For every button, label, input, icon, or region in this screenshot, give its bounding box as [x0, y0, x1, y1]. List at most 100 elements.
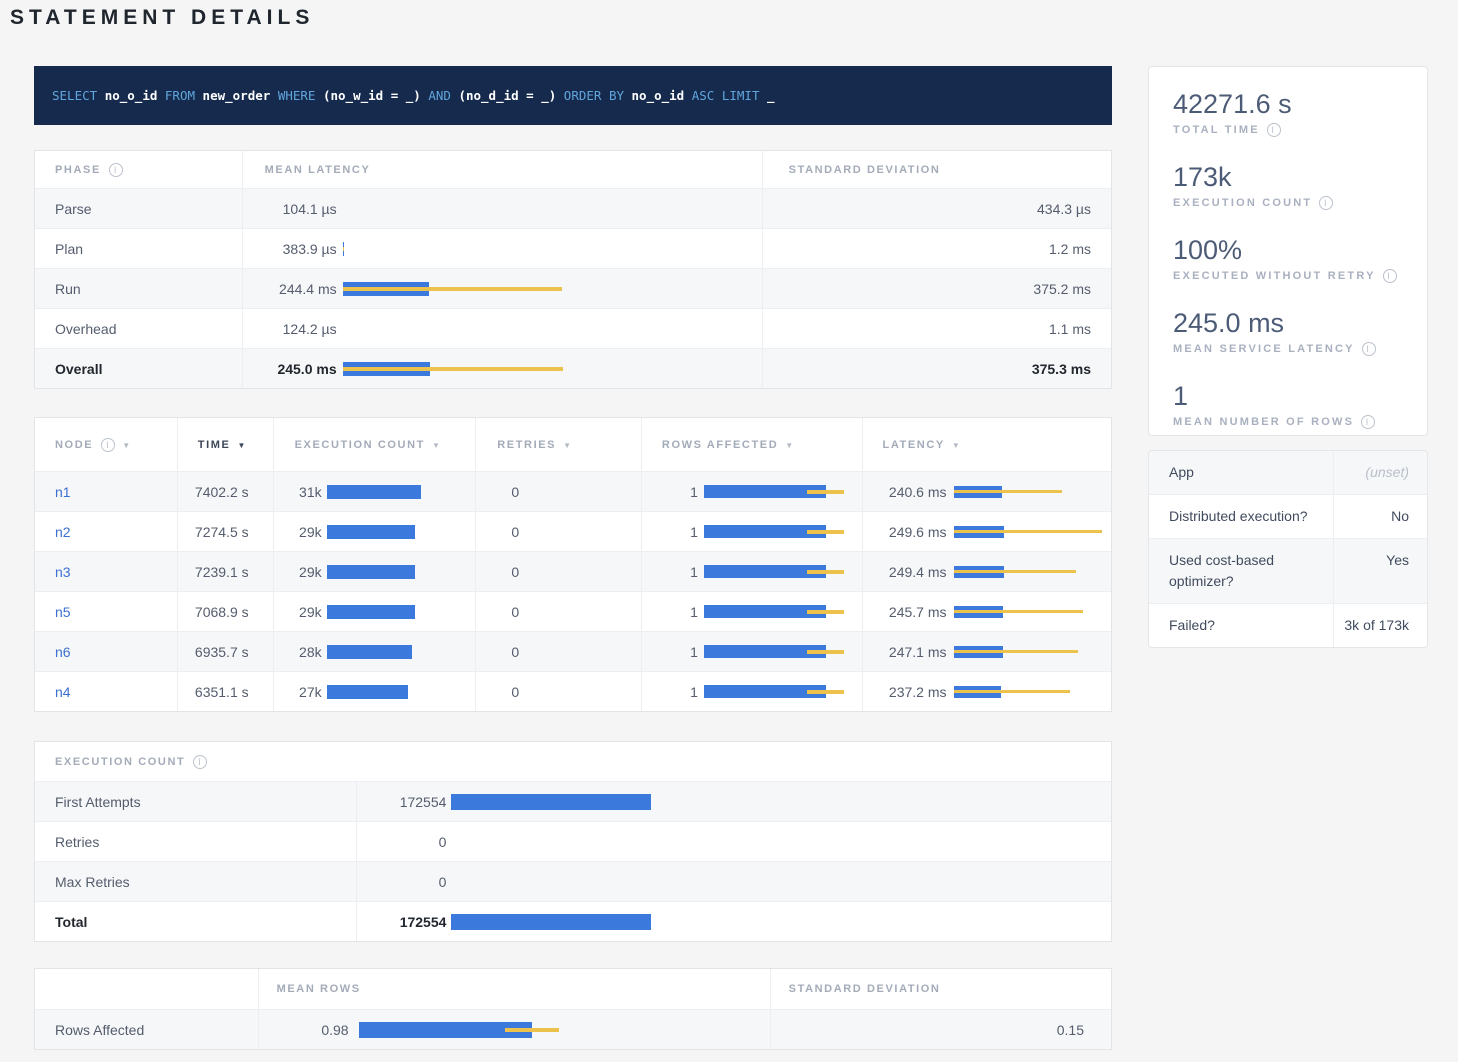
exec-count-bar	[327, 645, 421, 659]
table-row: Run 244.4 ms 375.2 ms	[35, 268, 1111, 308]
rows-affected-value: 1	[642, 564, 698, 580]
node-link[interactable]: n6	[55, 644, 71, 660]
rows-affected-bar	[704, 645, 844, 658]
rows-affected-bar	[704, 605, 844, 618]
phase-label: Parse	[35, 189, 242, 228]
node-link[interactable]: n2	[55, 524, 71, 540]
attribute-row-optimizer: Used cost-based optimizer? Yes	[1149, 538, 1427, 603]
time-value: 6935.7 s	[177, 632, 273, 671]
execution-count-info-icon[interactable]	[193, 755, 207, 769]
stat-label: Execution Count	[1173, 197, 1312, 209]
exec-row-value: 172554	[357, 794, 446, 810]
exec-count-value: 29k	[274, 604, 322, 620]
sort-icon[interactable]	[563, 439, 573, 451]
table-row: Rows Affected 0.98 0.15	[35, 1009, 1111, 1049]
stat-label: Mean Service Latency	[1173, 343, 1355, 355]
mean-latency-column-header: Mean Latency	[242, 151, 762, 188]
std-dev-value: 375.3 ms	[762, 349, 1111, 388]
stat-value: 173k	[1173, 162, 1403, 193]
latency-bar	[954, 686, 1104, 698]
node-column-header[interactable]: Node	[35, 418, 177, 471]
sort-icon[interactable]	[122, 439, 132, 451]
attribute-label: App	[1149, 451, 1334, 494]
mean-latency-value: 244.4 ms	[265, 281, 337, 297]
retries-value: 0	[497, 484, 519, 500]
rows-affected-bar	[704, 525, 844, 538]
main-column: SELECT no_o_id FROM new_order WHERE (no_…	[34, 66, 1112, 1050]
mean-rows-bar	[359, 1022, 559, 1038]
stat-value: 1	[1173, 381, 1403, 412]
time-value: 7402.2 s	[177, 472, 273, 511]
retries-value: 0	[497, 604, 519, 620]
exec-count-bar	[327, 605, 421, 619]
latency-value: 240.6 ms	[863, 484, 947, 500]
std-dev-value: 0.15	[770, 1010, 1111, 1049]
time-value: 7274.5 s	[177, 512, 273, 551]
attribute-label: Failed?	[1149, 604, 1334, 647]
stat-execution-count: 173k Execution Count	[1173, 162, 1403, 210]
statement-details-page: STATEMENT DETAILS SELECT no_o_id FROM ne…	[0, 0, 1458, 1062]
executed-without-retry-info-icon[interactable]	[1383, 269, 1397, 283]
exec-count-bar	[327, 565, 421, 579]
node-link[interactable]: n5	[55, 604, 71, 620]
node-info-icon[interactable]	[101, 438, 115, 452]
stat-mean-number-of-rows: 1 Mean Number of Rows	[1173, 381, 1403, 429]
standard-deviation-column-header: Standard Deviation	[762, 151, 1111, 188]
rows-affected-table-header: Mean Rows Standard Deviation	[35, 969, 1111, 1009]
attribute-value: Yes	[1334, 539, 1427, 603]
retries-column-header[interactable]: Retries	[475, 418, 641, 471]
time-column-header[interactable]: Time	[177, 418, 273, 471]
retries-value: 0	[497, 644, 519, 660]
latency-bar	[954, 526, 1104, 538]
rows-affected-bar	[704, 485, 844, 498]
stat-value: 100%	[1173, 235, 1403, 266]
node-link[interactable]: n4	[55, 684, 71, 700]
std-dev-value: 375.2 ms	[762, 269, 1111, 308]
execution-count-column-header[interactable]: Execution Count	[273, 418, 476, 471]
node-link[interactable]: n3	[55, 564, 71, 580]
execution-count-info-icon[interactable]	[1319, 196, 1333, 210]
attribute-label: Distributed execution?	[1149, 495, 1334, 538]
stat-value: 42271.6 s	[1173, 89, 1403, 120]
mean-service-latency-info-icon[interactable]	[1362, 342, 1376, 356]
node-table-header: Node Time Execution Count Retries	[35, 418, 1111, 471]
rows-affected-value: 1	[642, 684, 698, 700]
sort-icon[interactable]	[432, 439, 442, 451]
latency-value: 237.2 ms	[863, 684, 947, 700]
exec-row-label: Total	[35, 902, 356, 941]
rows-affected-column-header[interactable]: Rows Affected	[641, 418, 862, 471]
sql-statement: SELECT no_o_id FROM new_order WHERE (no_…	[34, 66, 1112, 125]
exec-row-value: 0	[357, 834, 446, 850]
mean-latency-value: 104.1 µs	[265, 201, 337, 217]
attribute-value: 3k of 173k	[1334, 604, 1427, 647]
latency-bar	[954, 486, 1104, 498]
total-time-info-icon[interactable]	[1267, 123, 1281, 137]
exec-count-value: 29k	[274, 564, 322, 580]
exec-row-value: 172554	[357, 914, 446, 930]
latency-bar	[954, 566, 1104, 578]
mean-number-of-rows-info-icon[interactable]	[1361, 415, 1375, 429]
table-row: n3 7239.1 s 29k 0 1 249.4 ms	[35, 551, 1111, 591]
retries-value: 0	[497, 564, 519, 580]
rows-affected-label: Rows Affected	[35, 1010, 258, 1049]
attribute-row-failed: Failed? 3k of 173k	[1149, 603, 1427, 647]
phase-info-icon[interactable]	[109, 163, 123, 177]
rows-affected-bar	[704, 685, 844, 698]
std-dev-value: 1.1 ms	[762, 309, 1111, 348]
exec-row-label: Retries	[35, 822, 356, 861]
stat-label: Total Time	[1173, 124, 1260, 136]
execution-count-table: Execution Count First Attempts 172554 Re…	[34, 741, 1112, 942]
table-row-total: Total 172554	[35, 901, 1111, 941]
latency-column-header[interactable]: Latency	[862, 418, 1112, 471]
sort-icon[interactable]	[952, 439, 962, 451]
page-title: STATEMENT DETAILS	[10, 6, 314, 30]
table-row: First Attempts 172554	[35, 781, 1111, 821]
statement-attributes-card: App (unset) Distributed execution? No Us…	[1148, 450, 1428, 648]
sort-icon[interactable]	[785, 439, 795, 451]
sort-icon[interactable]	[237, 439, 247, 451]
latency-value: 249.6 ms	[863, 524, 947, 540]
node-link[interactable]: n1	[55, 484, 71, 500]
execution-count-table-header: Execution Count	[35, 742, 1111, 781]
exec-row-value: 0	[357, 874, 446, 890]
rows-affected-value: 1	[642, 524, 698, 540]
